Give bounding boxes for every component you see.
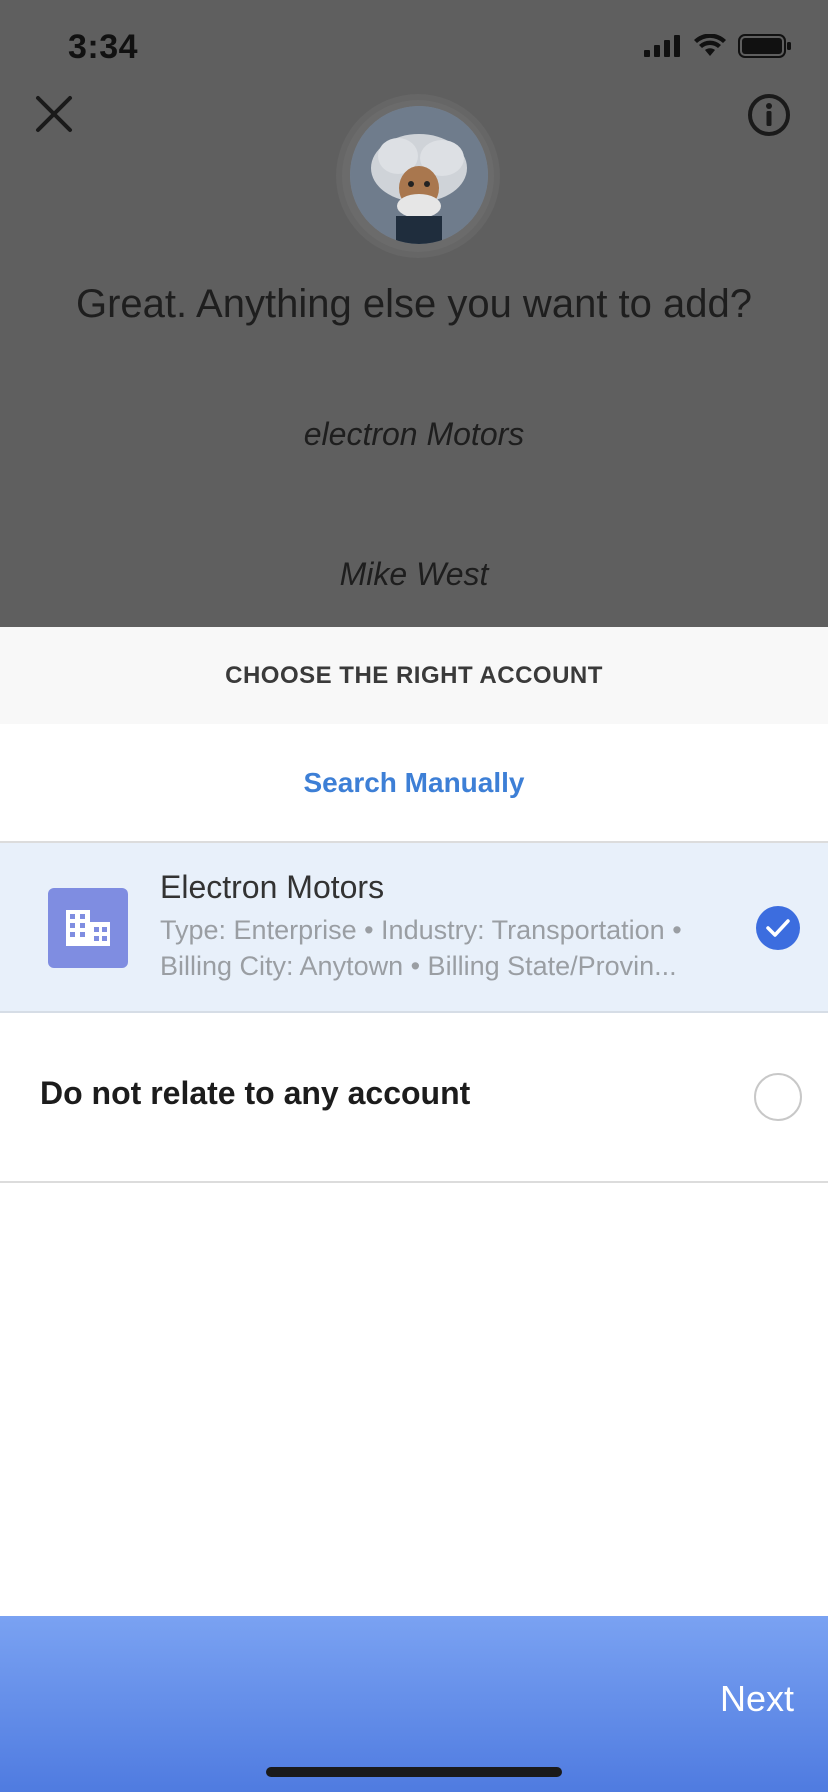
footer-bar: Next <box>0 1616 828 1792</box>
account-detail-line1: Type: Enterprise • Industry: Transportat… <box>160 915 682 945</box>
account-detail-line2: Billing City: Anytown • Billing State/Pr… <box>160 951 677 981</box>
home-indicator <box>266 1767 562 1777</box>
close-icon[interactable] <box>30 90 78 138</box>
battery-icon <box>738 34 791 58</box>
next-button[interactable]: Next <box>720 1678 794 1720</box>
status-bar: 3:34 <box>0 0 828 100</box>
no-account-option-row[interactable]: Do not relate to any account <box>0 1013 828 1183</box>
einstein-avatar-icon <box>350 106 488 244</box>
info-icon[interactable] <box>746 92 792 138</box>
dimmed-backdrop: 3:34 Great. Anything else you want to ad… <box>0 0 828 627</box>
unselected-radio-icon[interactable] <box>754 1073 802 1121</box>
no-account-label: Do not relate to any account <box>40 1075 471 1111</box>
assistant-prompt: Great. Anything else you want to add? <box>76 282 752 326</box>
building-icon <box>48 888 128 968</box>
search-manually-link[interactable]: Search Manually <box>304 767 525 799</box>
account-name: Electron Motors <box>160 869 385 905</box>
selected-check-icon[interactable] <box>756 906 800 950</box>
sheet-title: CHOOSE THE RIGHT ACCOUNT <box>0 627 828 726</box>
entered-account-text: electron Motors <box>303 416 525 452</box>
account-option-row[interactable]: Electron Motors Type: Enterprise • Indus… <box>0 843 828 1013</box>
wifi-icon <box>694 34 726 56</box>
status-icons <box>644 34 792 58</box>
search-manually-row[interactable]: Search Manually <box>0 724 828 843</box>
status-time: 3:34 <box>68 28 139 66</box>
signal-icon <box>644 35 680 57</box>
entered-contact-text: Mike West <box>339 556 489 592</box>
